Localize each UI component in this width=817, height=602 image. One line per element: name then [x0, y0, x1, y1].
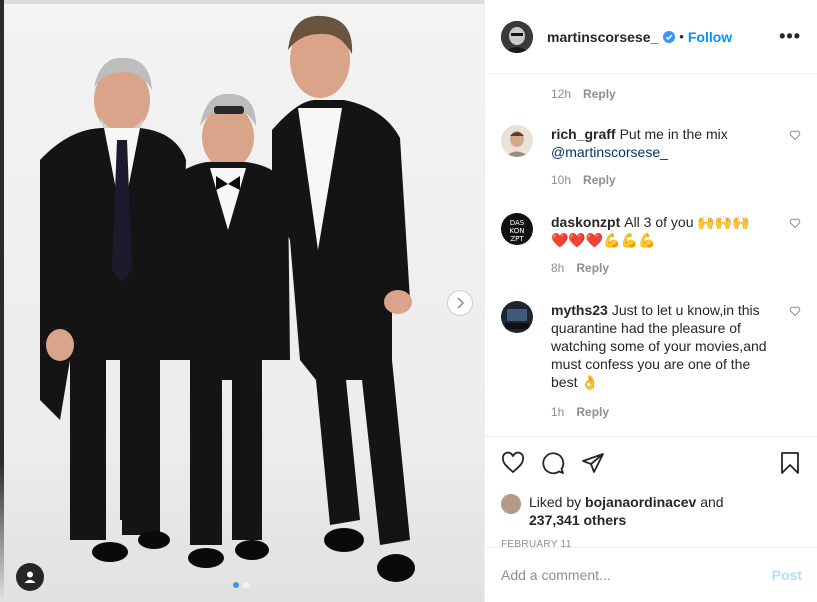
comments-list[interactable]: 12h Reply rich_graff Put me in the mix @m…	[485, 75, 817, 435]
comment-username[interactable]: rich_graff	[551, 126, 616, 142]
author-username[interactable]: martinscorsese_	[547, 29, 658, 45]
commenter-avatar-image	[501, 301, 533, 333]
author-avatar-image	[501, 20, 533, 53]
comment-reply-button[interactable]: Reply	[576, 259, 609, 277]
author-avatar[interactable]	[501, 20, 533, 53]
comment-item: myths23 Just to let u know,in this quaran…	[501, 301, 801, 421]
commenter-avatar[interactable]	[501, 301, 533, 333]
more-options-button[interactable]: •••	[779, 26, 801, 47]
comment-time: 1h	[551, 405, 565, 419]
comment-item: DAS KON ZPT daskonzpt All 3 of you 🙌🙌🙌 ❤️…	[501, 213, 801, 277]
carousel-dots	[233, 582, 249, 588]
caption-meta: 12h Reply	[551, 87, 616, 101]
comment-meta: 8h Reply	[551, 259, 771, 277]
svg-text:ZPT: ZPT	[510, 235, 524, 243]
comment-like-heart-icon[interactable]	[789, 305, 801, 317]
caption-time: 12h	[551, 87, 572, 101]
comment-text-line2: ❤️❤️❤️💪💪💪	[551, 232, 656, 248]
heart-icon[interactable]	[501, 451, 525, 475]
user-tag-icon	[24, 571, 36, 583]
three-men-illustration	[40, 15, 415, 582]
svg-text:DAS: DAS	[510, 219, 525, 227]
commenter-avatar-image: DAS KON ZPT	[501, 213, 533, 245]
tagged-users-button[interactable]	[16, 563, 44, 591]
right-man	[272, 15, 415, 582]
comment-like-heart-icon[interactable]	[789, 129, 801, 141]
post-comment-button[interactable]: Post	[772, 567, 802, 583]
comment-mention[interactable]: @martinscorsese_	[551, 144, 668, 160]
comment-reply-button[interactable]: Reply	[583, 171, 616, 189]
comment-time: 8h	[551, 261, 565, 275]
post-header: martinscorsese_ • Follow •••	[485, 0, 817, 74]
carousel-dot	[243, 582, 249, 588]
likes-text: Liked by bojanaordinacev and 237,341 oth…	[529, 493, 724, 529]
comment-username[interactable]: daskonzpt	[551, 214, 620, 230]
verified-icon	[663, 30, 676, 43]
comment-item: rich_graff Put me in the mix @martinscors…	[501, 125, 801, 189]
comment-time: 10h	[551, 173, 572, 187]
comment-input[interactable]	[501, 567, 772, 583]
header-separator: •	[679, 29, 684, 44]
comment-meta: 1h Reply	[551, 403, 771, 421]
post-photo[interactable]	[0, 0, 484, 602]
comment-text: Put me in the mix	[619, 126, 728, 142]
likes-and: and	[700, 494, 724, 510]
add-comment-bar: Post	[485, 547, 817, 602]
likes-summary: Liked by bojanaordinacev and 237,341 oth…	[501, 493, 802, 529]
svg-text:KON: KON	[510, 227, 525, 235]
next-slide-button[interactable]	[447, 290, 473, 316]
action-icons-row	[501, 449, 802, 477]
post-actions: Liked by bojanaordinacev and 237,341 oth…	[485, 436, 817, 550]
follow-button[interactable]: Follow	[688, 29, 732, 45]
comment-text: All 3 of you 🙌🙌🙌	[624, 214, 750, 230]
comment-icon[interactable]	[541, 451, 565, 475]
comment-body: rich_graff Put me in the mix @martinscors…	[551, 125, 771, 189]
commenter-avatar[interactable]	[501, 125, 533, 157]
post-sidebar: martinscorsese_ • Follow ••• 12h Reply r…	[484, 0, 817, 602]
commenter-avatar[interactable]: DAS KON ZPT	[501, 213, 533, 245]
comment-like-heart-icon[interactable]	[789, 217, 801, 229]
comment-username[interactable]: myths23	[551, 302, 608, 318]
comment-body: daskonzpt All 3 of you 🙌🙌🙌 ❤️❤️❤️💪💪💪 8h R…	[551, 213, 771, 277]
caption-reply-button[interactable]: Reply	[583, 87, 616, 101]
carousel-dot-active	[233, 582, 239, 588]
middle-man	[168, 93, 290, 568]
chevron-right-icon	[457, 297, 465, 309]
liker-username[interactable]: bojanaordinacev	[585, 494, 696, 510]
share-icon[interactable]	[581, 451, 605, 475]
verified-badge	[663, 30, 676, 43]
likes-prefix: Liked by	[529, 494, 582, 510]
comment-reply-button[interactable]: Reply	[576, 403, 609, 421]
likes-count[interactable]: 237,341 others	[529, 512, 626, 528]
left-man	[40, 57, 186, 562]
comment-meta: 10h Reply	[551, 171, 771, 189]
liker-avatar[interactable]	[501, 494, 521, 514]
bookmark-icon[interactable]	[778, 451, 802, 475]
comment-body: myths23 Just to let u know,in this quaran…	[551, 301, 771, 421]
commenter-avatar-image	[501, 125, 533, 157]
